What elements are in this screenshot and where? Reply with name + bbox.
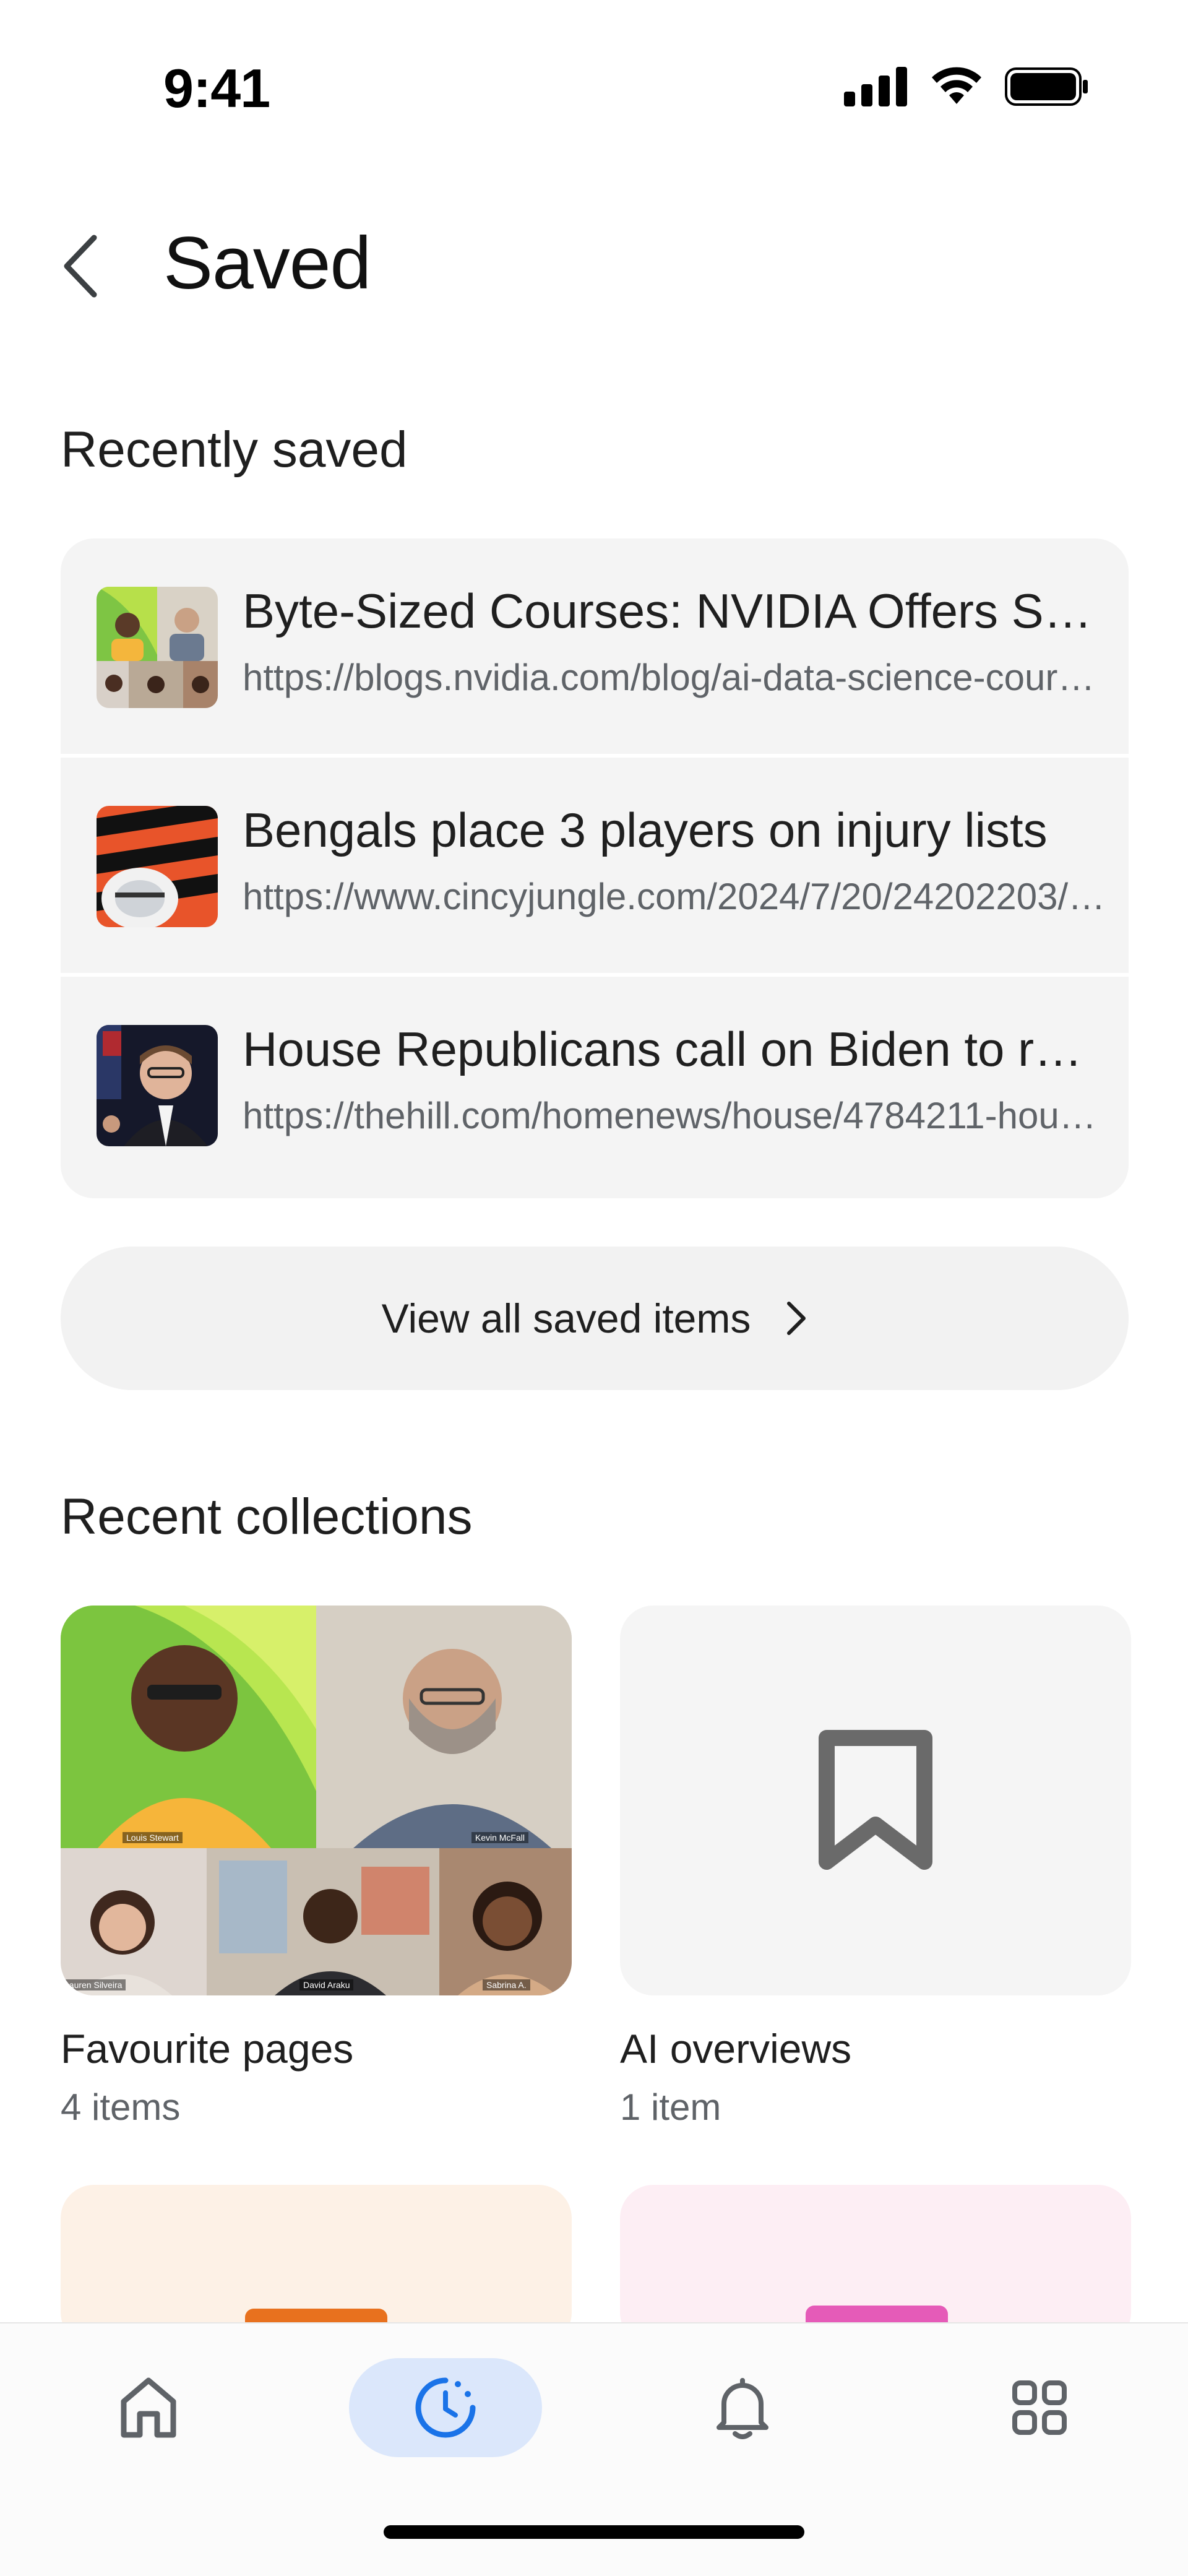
back-button[interactable] [50,229,111,303]
recently-saved-heading: Recently saved [61,421,408,478]
participant-name-tag: David Araku [299,1979,354,1990]
collection-card[interactable] [620,2185,1131,2346]
thumbnail-image [97,1025,218,1146]
collection-count: 1 item [620,2086,721,2128]
home-icon [121,2377,176,2438]
battery-icon [1005,67,1088,106]
collection-card-favourite-pages[interactable]: Louis Stewart Kevin McFall Lauren Silvei… [61,1606,572,1995]
collection-card-ai-overviews[interactable] [620,1606,1131,1995]
view-all-saved-button[interactable]: View all saved items [61,1247,1129,1390]
app-header: Saved [0,204,1188,328]
home-indicator [384,2525,804,2539]
saved-item-title: House Republicans call on Biden to resig… [243,1022,1109,1076]
status-icons [844,67,1089,106]
participant-name-tag: Sabrina A. [483,1979,530,1990]
list-item[interactable]: Byte-Sized Courses: NVIDIA Offers Self-P… [61,538,1129,758]
cellular-signal-icon [844,67,907,106]
apps-grid-icon [1012,2380,1067,2435]
status-bar: 9:41 [0,0,1188,149]
collection-cover-image: Louis Stewart Kevin McFall Lauren Silvei… [61,1606,572,1995]
chevron-left-icon [64,235,97,298]
participant-name-tag: Kevin McFall [471,1832,528,1843]
saved-item-url: https://blogs.nvidia.com/blog/ai-data-sc… [243,657,1109,698]
chevron-right-icon [787,1302,806,1335]
notifications-icon [717,2378,768,2439]
saved-item-title: Bengals place 3 players on injury lists [243,803,1048,857]
recently-saved-list: Byte-Sized Courses: NVIDIA Offers Self-P… [61,538,1129,1198]
saved-item-url: https://thehill.com/homenews/house/47842… [243,1095,1109,1136]
list-item[interactable]: Bengals place 3 players on injury lists … [61,758,1129,977]
recent-collections-heading: Recent collections [61,1489,473,1545]
page-title: Saved [163,222,371,305]
thumbnail-image [97,806,218,927]
collection-name: AI overviews [620,2026,852,2072]
nav-activity[interactable] [349,2358,542,2457]
thumbnail-image [97,587,218,708]
saved-item-title: Byte-Sized Courses: NVIDIA Offers Self-P… [243,584,1109,638]
status-time: 9:41 [163,58,270,119]
list-item[interactable]: House Republicans call on Biden to resig… [61,977,1129,1196]
participant-name-tag: Lauren Silveira [61,1979,126,1990]
view-all-saved-label: View all saved items [381,1295,751,1341]
participant-name-tag: Louis Stewart [123,1832,183,1843]
wifi-icon [932,67,981,104]
collection-card[interactable] [61,2185,572,2346]
nav-notifications[interactable] [650,2358,835,2457]
collection-count: 4 items [61,2086,181,2128]
saved-item-url: https://www.cincyjungle.com/2024/7/20/24… [243,876,1109,917]
nav-home[interactable] [56,2358,241,2457]
nav-apps[interactable] [947,2358,1132,2457]
collection-name: Favourite pages [61,2026,354,2072]
activity-icon [415,2377,476,2438]
bookmark-icon [819,1730,932,1870]
